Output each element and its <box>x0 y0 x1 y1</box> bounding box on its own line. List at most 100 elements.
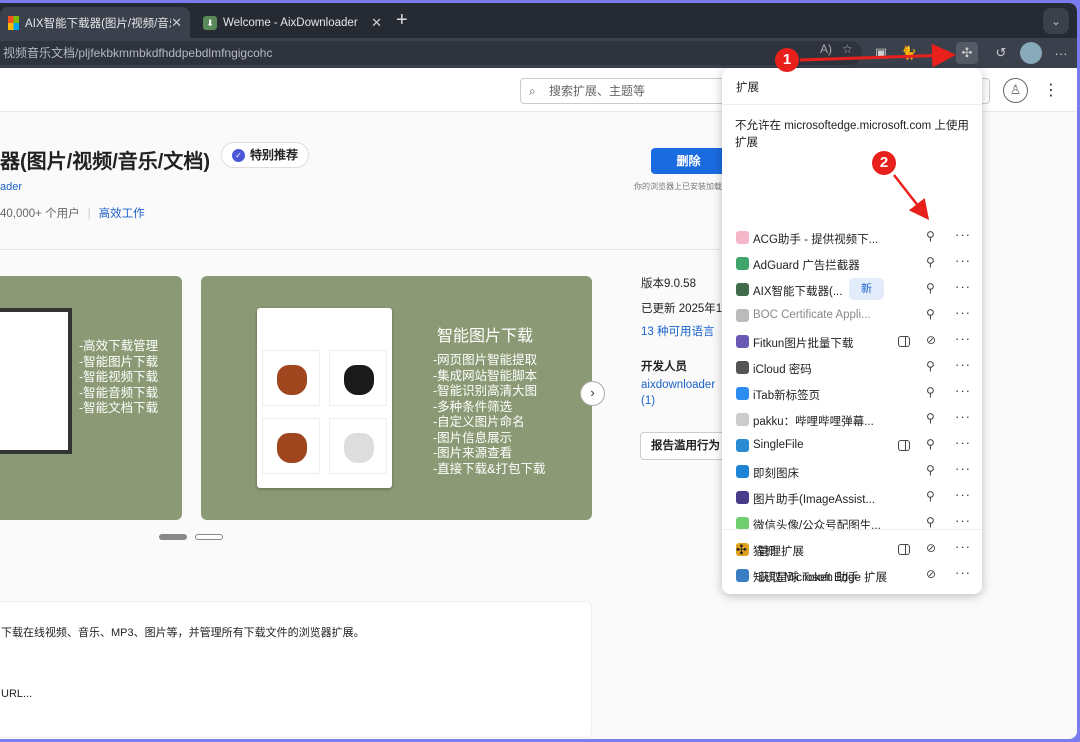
developer-link[interactable]: ader <box>0 181 22 193</box>
extension-name: SingleFile <box>753 439 804 451</box>
cat-extension-icon[interactable]: 🐈 <box>898 42 920 64</box>
profile-avatar[interactable] <box>1020 42 1042 64</box>
pin-icon[interactable]: ⚲ <box>926 307 935 321</box>
read-aloud-icon[interactable]: A) <box>820 42 832 56</box>
extension-item[interactable]: SingleFile ⚲ ··· <box>722 433 982 459</box>
close-tab-icon[interactable]: ✕ <box>171 15 182 31</box>
close-tab-icon[interactable]: ✕ <box>371 15 382 31</box>
account-icon[interactable]: ♙ <box>1003 78 1028 103</box>
tab-label: AIX智能下载器(图片/视频/音乐/文档) <box>25 17 171 30</box>
extension-item[interactable]: 图片助手(ImageAssist... ⚲ ··· <box>722 485 982 511</box>
more-options-icon[interactable]: ··· <box>955 227 971 242</box>
more-vertical-icon[interactable]: ⋮ <box>1043 80 1059 100</box>
pin-icon[interactable]: ⚲ <box>926 411 935 425</box>
pin-icon[interactable]: ⚲ <box>926 437 935 451</box>
url-actions: A) ☆ <box>820 42 853 56</box>
settings-more-icon[interactable]: ··· <box>1050 42 1072 64</box>
new-tab-button[interactable]: + <box>396 9 408 32</box>
product-image <box>262 418 320 474</box>
pin-icon[interactable]: ⚲ <box>926 255 935 269</box>
extension-name: pakku：哔哩哔哩弹幕... <box>753 416 874 428</box>
card-title: 智能图片下载 <box>437 328 534 345</box>
sidebar-icon[interactable] <box>898 336 910 347</box>
divider <box>0 249 720 250</box>
tab-aix-store[interactable]: AIX智能下载器(图片/视频/音乐/文档) ✕ <box>0 7 190 38</box>
extension-item[interactable]: AIX智能下载器(... 新 ⚲ ··· <box>722 277 982 303</box>
languages-link[interactable]: 13 种可用语言 <box>641 323 715 339</box>
extension-logo-icon <box>736 257 749 270</box>
extensions-popup: 扩展 不允许在 microsoftedge.microsoft.com 上使用扩… <box>722 68 982 594</box>
search-icon: ⌕ <box>529 84 536 98</box>
extension-item[interactable]: pakku：哔哩哔哩弹幕... ⚲ ··· <box>722 407 982 433</box>
more-options-icon[interactable]: ··· <box>955 435 971 450</box>
category-link[interactable]: 高效工作 <box>99 208 145 220</box>
extension-logo-icon <box>736 283 749 296</box>
remove-button[interactable]: 删除 <box>651 148 726 174</box>
featured-badge[interactable]: ✓ 特别推荐 <box>221 142 310 168</box>
extension-item[interactable]: ACG助手 - 提供视频下... ⚲ ··· <box>722 225 982 251</box>
more-options-icon[interactable]: ··· <box>955 331 971 346</box>
more-options-icon[interactable]: ··· <box>955 461 971 476</box>
more-options-icon[interactable]: ··· <box>955 539 971 554</box>
extension-item[interactable]: iCloud 密码 ⚲ ··· <box>722 355 982 381</box>
pin-icon[interactable]: ⚲ <box>926 515 935 529</box>
carousel-next-button[interactable]: › <box>580 381 605 406</box>
extension-name: iCloud 密码 <box>753 364 812 376</box>
pin-icon[interactable]: ⚲ <box>926 463 935 477</box>
extension-name: AIX智能下载器(... <box>753 286 843 298</box>
unpin-icon[interactable]: ⊘ <box>926 541 936 555</box>
more-options-icon[interactable]: ··· <box>955 513 971 528</box>
unpin-icon[interactable]: ⊘ <box>926 567 936 581</box>
more-options-icon[interactable]: ··· <box>955 487 971 502</box>
developer-count[interactable]: (1) <box>641 395 655 407</box>
carousel-dot-active[interactable] <box>159 534 187 540</box>
extension-item[interactable]: iTab新标签页 ⚲ ··· <box>722 381 982 407</box>
manage-extensions-link[interactable]: 管理扩展 <box>758 543 804 559</box>
more-options-icon[interactable]: ··· <box>955 357 971 372</box>
extension-item[interactable]: 即刻图床 ⚲ ··· <box>722 459 982 485</box>
more-options-icon[interactable]: ··· <box>955 409 971 424</box>
popup-title: 扩展 <box>736 82 759 94</box>
screenshot-card[interactable]: -高效下载管理 -智能图片下载 -智能视频下载 -智能音频下载 -智能文档下载 <box>0 276 182 520</box>
feature-list: -网页图片智能提取 -集成网站智能脚本 -智能识别高清大图 -多种条件筛选 -自… <box>433 353 546 476</box>
screenshot-card[interactable]: 智能图片下载 -网页图片智能提取 -集成网站智能脚本 -智能识别高清大图 -多种… <box>201 276 592 520</box>
install-note: 你的浏览器上已安装加载项 <box>634 182 724 191</box>
tab-welcome[interactable]: ⬇ Welcome - AixDownloader ✕ <box>195 7 390 38</box>
puzzle-icon: ✣ <box>736 542 747 557</box>
extensions-puzzle-icon[interactable]: ✣ <box>956 42 978 64</box>
tab-list-chevron-icon[interactable]: ⌄ <box>1043 8 1069 34</box>
more-options-icon[interactable]: ··· <box>955 565 971 580</box>
updated-date: 已更新 2025年1 <box>641 303 723 315</box>
laptop-screenshot <box>0 308 72 454</box>
unpin-icon[interactable]: ⊘ <box>926 333 936 347</box>
get-extensions-link[interactable]: 获取 Microsoft Edge 扩展 <box>758 569 887 585</box>
pin-icon[interactable]: ⚲ <box>926 229 935 243</box>
app-screenshot <box>257 308 392 488</box>
more-options-icon[interactable]: ··· <box>955 279 971 294</box>
more-options-icon[interactable]: ··· <box>955 253 971 268</box>
extension-logo-icon <box>736 491 749 504</box>
url-input[interactable]: 视频音乐文档/pljfekbkmmbkdfhddpebdlmfngigcohc <box>0 41 862 65</box>
search-placeholder: 搜索扩展、主题等 <box>549 84 646 98</box>
extension-item[interactable]: BOC Certificate Appli... ⚲ ··· <box>722 303 982 329</box>
annotation-marker-2: 2 <box>872 151 896 175</box>
report-abuse-button[interactable]: 报告滥用行为 <box>640 432 730 460</box>
extension-item[interactable]: AdGuard 广告拦截器 ⚲ ··· <box>722 251 982 277</box>
carousel-dot[interactable] <box>195 534 223 540</box>
extension-item[interactable]: Fitkun图片批量下载 ⊘ ··· <box>722 329 982 355</box>
pin-icon[interactable]: ⚲ <box>926 359 935 373</box>
extension-icon[interactable]: ▣ <box>927 42 949 64</box>
developer-name-link[interactable]: aixdownloader <box>641 379 715 391</box>
sidebar-icon[interactable] <box>898 440 910 451</box>
description-text: 下载在线视频、音乐、MP3、图片等，并管理所有下载文件的浏览器扩展。 <box>1 627 365 639</box>
pin-icon[interactable]: ⚲ <box>926 489 935 503</box>
extension-item[interactable]: 微信头像/公众号配图生... ⚲ ··· <box>722 511 982 537</box>
extension-icon[interactable]: ▣ <box>870 42 892 64</box>
pin-icon[interactable]: ⚲ <box>926 281 935 295</box>
sidebar-icon[interactable] <box>898 544 910 555</box>
history-icon[interactable]: ↺ <box>990 42 1012 64</box>
pin-icon[interactable]: ⚲ <box>926 385 935 399</box>
favorite-star-icon[interactable]: ☆ <box>842 42 853 56</box>
more-options-icon[interactable]: ··· <box>955 383 971 398</box>
more-options-icon[interactable]: ··· <box>955 305 971 320</box>
